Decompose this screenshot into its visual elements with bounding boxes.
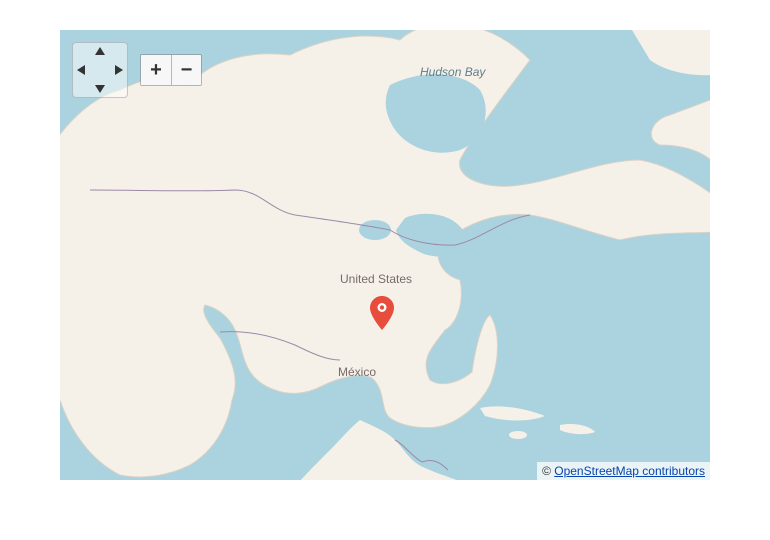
map-viewport[interactable]: Hudson Bay United States México + − © Op… [60,30,710,480]
pan-right-button[interactable] [115,65,123,75]
attribution: © OpenStreetMap contributors [537,462,710,480]
zoom-control: + − [140,54,202,86]
zoom-in-button[interactable]: + [141,55,171,85]
attribution-prefix: © [542,464,554,478]
map-land-layer [60,30,710,480]
pan-control [72,42,128,98]
attribution-link[interactable]: OpenStreetMap contributors [554,464,705,478]
zoom-out-button[interactable]: − [171,55,201,85]
pan-down-button[interactable] [95,85,105,93]
pan-left-button[interactable] [77,65,85,75]
pan-up-button[interactable] [95,47,105,55]
